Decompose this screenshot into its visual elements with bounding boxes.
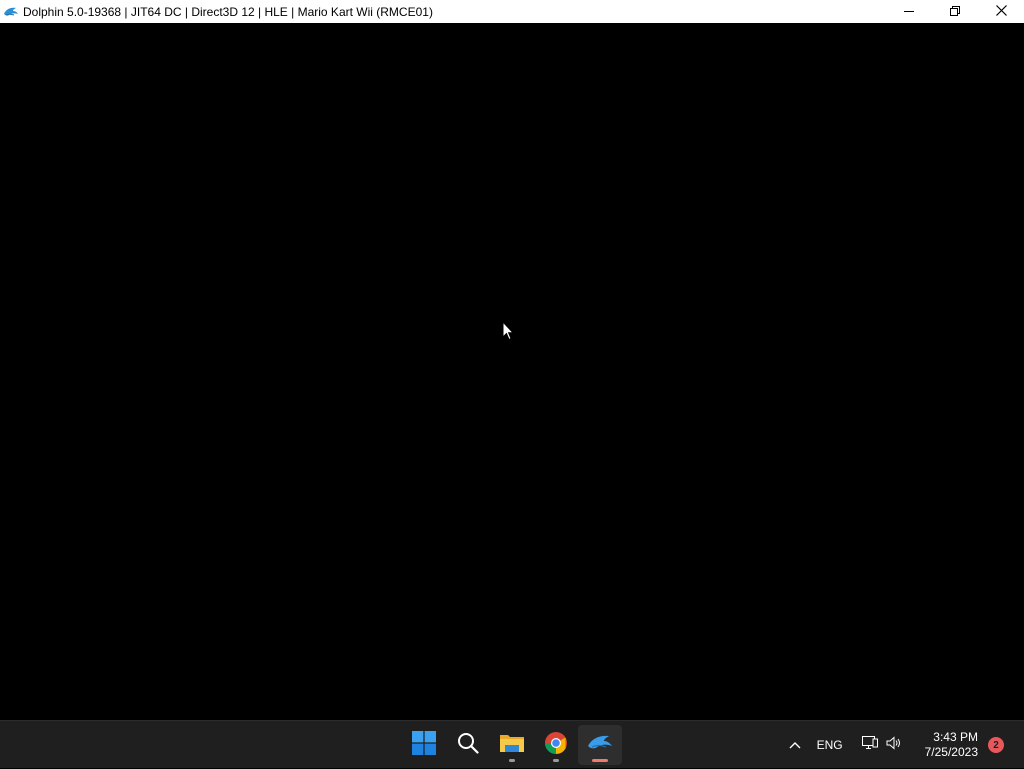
- volume-button[interactable]: [883, 735, 905, 755]
- notification-badge[interactable]: 2: [988, 737, 1004, 753]
- chrome-icon: [544, 731, 568, 760]
- system-tray: ENG 3:43 PM 7/25/2023 2: [781, 721, 1024, 769]
- mouse-cursor-icon: [502, 320, 515, 341]
- taskbar: ENG 3:43 PM 7/25/2023 2: [0, 720, 1024, 768]
- window-title: Dolphin 5.0-19368 | JIT64 DC | Direct3D …: [23, 4, 433, 19]
- network-icon: [861, 735, 878, 755]
- taskbar-apps: [402, 721, 622, 769]
- search-icon: [457, 732, 479, 759]
- clock[interactable]: 3:43 PM 7/25/2023: [925, 730, 978, 760]
- taskbar-file-explorer[interactable]: [490, 725, 534, 765]
- dolphin-icon: [3, 4, 19, 20]
- active-app-indicator: [592, 759, 608, 762]
- clock-date: 7/25/2023: [924, 745, 978, 759]
- taskbar-start-button[interactable]: [402, 725, 446, 765]
- windows-start-icon: [412, 730, 436, 760]
- close-icon: [995, 3, 1007, 21]
- chevron-up-icon: [789, 736, 801, 754]
- folder-icon: [499, 732, 525, 759]
- show-hidden-icons-button[interactable]: [781, 736, 809, 754]
- window-controls: [886, 0, 1024, 23]
- taskbar-dolphin[interactable]: [578, 725, 622, 765]
- network-button[interactable]: [859, 735, 881, 755]
- clock-time: 3:43 PM: [933, 730, 978, 744]
- game-render-area[interactable]: [0, 23, 1024, 720]
- running-indicator: [553, 759, 559, 762]
- taskbar-search-button[interactable]: [446, 725, 490, 765]
- minimize-icon: [904, 3, 914, 21]
- restore-icon: [950, 3, 960, 21]
- window-titlebar[interactable]: Dolphin 5.0-19368 | JIT64 DC | Direct3D …: [0, 0, 1024, 23]
- minimize-button[interactable]: [886, 0, 932, 23]
- close-button[interactable]: [978, 0, 1024, 23]
- dolphin-icon: [587, 733, 613, 758]
- language-indicator[interactable]: ENG: [817, 738, 843, 752]
- running-indicator: [509, 759, 515, 762]
- taskbar-chrome[interactable]: [534, 725, 578, 765]
- volume-icon: [886, 735, 902, 755]
- restore-button[interactable]: [932, 0, 978, 23]
